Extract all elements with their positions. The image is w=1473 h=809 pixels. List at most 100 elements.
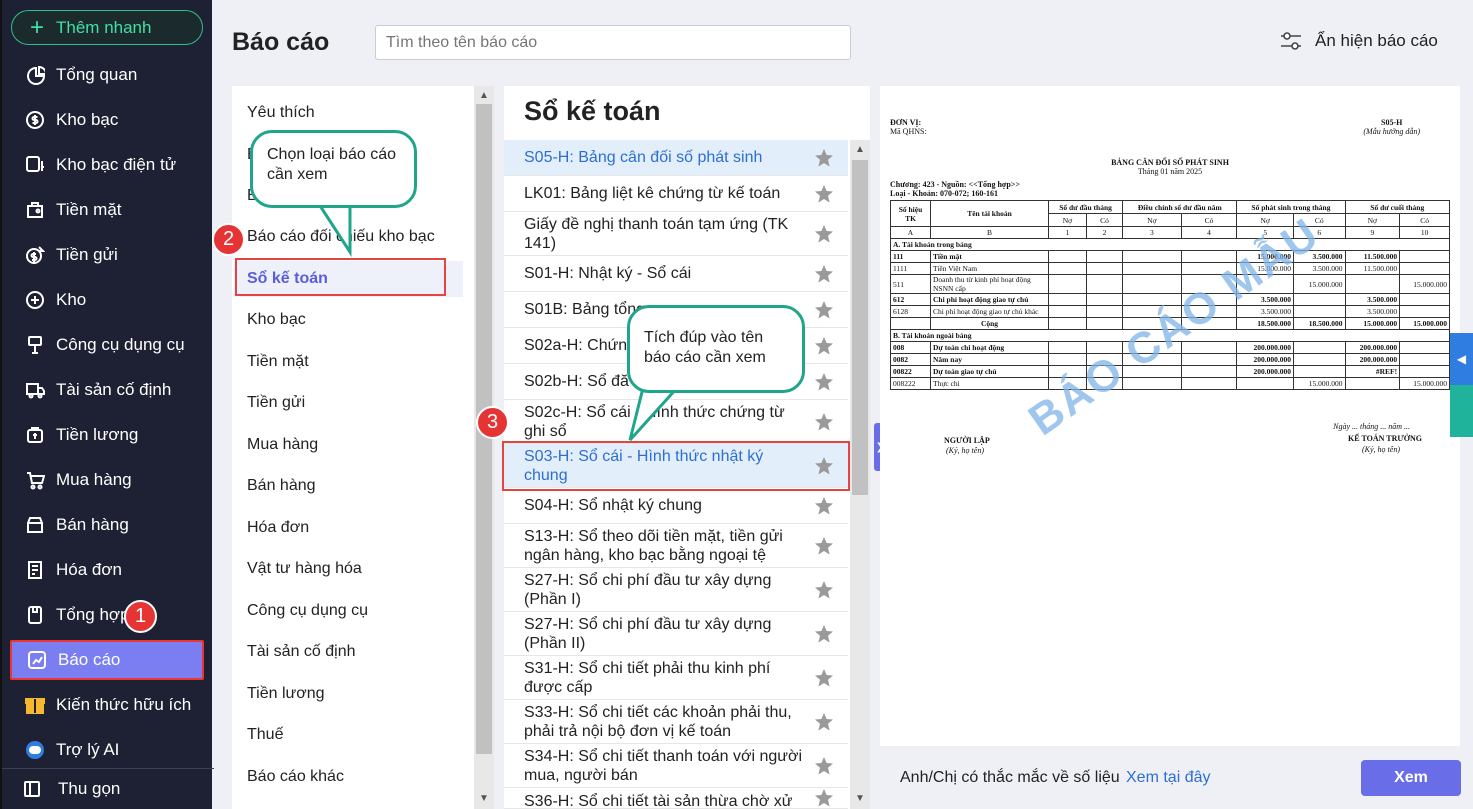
category-item-16[interactable]: Thuế (247, 726, 283, 744)
report-item-15[interactable]: S33-H: Sổ chi tiết các khoản phải thu, p… (504, 700, 848, 744)
cell-v9: 15.000.000 (1344, 317, 1401, 330)
favorite-star-icon[interactable] (814, 372, 834, 392)
favorite-star-icon[interactable] (814, 624, 834, 644)
signer-chief-accountant: KẾ TOÁN TRƯỞNG (1348, 434, 1422, 443)
favorite-star-icon[interactable] (814, 412, 834, 432)
favorite-star-icon[interactable] (814, 536, 834, 556)
table-row: 111 Tiền mặt 15.000.000 3.500.000 11.500.000 (890, 250, 1450, 263)
side-panel-toggle[interactable]: ◀ (1450, 333, 1473, 385)
side-panel-tab[interactable] (1450, 385, 1473, 437)
view-report-button[interactable]: Xem (1361, 760, 1461, 796)
cell-v6 (1292, 353, 1346, 366)
sidebar-item-label: Tiền lương (56, 425, 139, 444)
scroll-down-icon[interactable]: ▼ (475, 793, 493, 804)
favorite-star-icon[interactable] (814, 712, 834, 732)
scroll-up-icon[interactable]: ▲ (475, 90, 493, 101)
report-item-11[interactable]: S13-H: Sổ theo dõi tiền mặt, tiền gửi ng… (504, 524, 848, 568)
favorite-star-icon[interactable] (814, 788, 834, 808)
sidebar-item-12[interactable]: Hóa đơn (10, 550, 204, 590)
dollar-screen-icon (24, 154, 46, 176)
cell-v9: 11.500.000 (1344, 262, 1401, 275)
report-item-label: S34-H: Sổ chi tiết thanh toán với người … (524, 747, 803, 784)
data-question-text: Anh/Chị có thắc mắc về số liệu (900, 769, 1120, 786)
sidebar-item-label: Tổng hợp (56, 605, 130, 624)
sidebar-item-label: Hóa đơn (56, 560, 122, 579)
category-item-13[interactable]: Công cụ dụng cụ (247, 602, 368, 620)
category-item-12[interactable]: Vật tư hàng hóa (247, 560, 362, 578)
report-item-13[interactable]: S27-H: Sổ chi phí đầu tư xây dựng (Phần … (504, 612, 848, 656)
favorite-star-icon[interactable] (814, 756, 834, 776)
sidebar-item-11[interactable]: Bán hàng (10, 505, 204, 545)
page-title: Báo cáo (232, 28, 330, 56)
report-scroll-down-icon[interactable]: ▼ (851, 793, 869, 804)
sidebar-item-3[interactable]: Kho bạc điện tử (10, 145, 204, 185)
report-item-label: Giấy đề nghị thanh toán tạm ứng (TK 141) (524, 215, 789, 252)
report-item-17[interactable]: S36-H: Sổ chi tiết tài sản thừa chờ xử l… (504, 788, 848, 809)
favorite-star-icon[interactable] (814, 148, 834, 168)
report-search-input[interactable] (375, 25, 851, 60)
category-item-11[interactable]: Hóa đơn (247, 519, 309, 537)
sidebar-item-6[interactable]: Kho (10, 280, 204, 320)
cell-v6 (1292, 293, 1346, 306)
signer-preparer: NGƯỜI LẬP (944, 436, 990, 445)
category-item-7[interactable]: Tiền mặt (247, 353, 309, 371)
category-item-17[interactable]: Báo cáo khác (247, 768, 344, 786)
cell-v9: 3.500.000 (1344, 293, 1401, 306)
report-list-title: Sổ kế toán (524, 96, 661, 126)
collapse-sidebar-button[interactable]: Thu gọn (2, 768, 214, 809)
report-item-1[interactable]: S05-H: Bảng cân đối số phát sinh (504, 140, 848, 176)
favorite-star-icon[interactable] (814, 300, 834, 320)
sidebar-item-1[interactable]: Tổng quan (10, 55, 204, 95)
report-item-12[interactable]: S27-H: Sổ chi phí đầu tư xây dựng (Phần … (504, 568, 848, 612)
th-account-name: Tên tài khoản (930, 200, 1049, 227)
doc-chapter: Chương: 423 - Nguồn: <<Tổng hợp>> (890, 180, 1020, 189)
category-item-1[interactable]: Yêu thích (247, 104, 315, 122)
favorite-star-icon[interactable] (814, 184, 834, 204)
favorite-star-icon[interactable] (814, 668, 834, 688)
sidebar-item-4[interactable]: Tiền mặt (10, 190, 204, 230)
sidebar-item-9[interactable]: Tiền lương (10, 415, 204, 455)
category-item-6[interactable]: Kho bạc (247, 311, 306, 329)
report-item-10[interactable]: S04-H: Sổ nhật ký chung (504, 488, 848, 524)
cell-name: Cộng (930, 317, 1049, 330)
report-item-label: S04-H: Sổ nhật ký chung (524, 497, 702, 514)
collapse-icon (24, 781, 40, 797)
favorite-star-icon[interactable] (814, 264, 834, 284)
sidebar-item-5[interactable]: Tiền gửi (10, 235, 204, 275)
sidebar-item-14[interactable]: Báo cáo (10, 640, 204, 680)
quick-add-button[interactable]: + Thêm nhanh (11, 10, 203, 45)
favorite-star-icon[interactable] (814, 496, 834, 516)
sidebar-item-15[interactable]: Kiến thức hữu ích (10, 685, 204, 725)
doc-type-line: Loại - Khoản: 070-072; 160-161 (890, 189, 998, 198)
category-item-15[interactable]: Tiền lương (247, 685, 325, 703)
category-item-10[interactable]: Bán hàng (247, 477, 316, 495)
cell-v10 (1399, 341, 1450, 354)
report-chart-icon (26, 649, 48, 671)
sidebar-item-13[interactable]: Tổng hợp (10, 595, 204, 635)
favorite-star-icon[interactable] (814, 580, 834, 600)
step-badge-2: 2 (212, 223, 245, 256)
report-item-4[interactable]: S01-H: Nhật ký - Sổ cái (504, 256, 848, 292)
favorite-star-icon[interactable] (814, 336, 834, 356)
sidebar-item-16[interactable]: Trợ lý AI (10, 730, 204, 770)
category-item-8[interactable]: Tiền gửi (247, 394, 305, 412)
view-here-link[interactable]: Xem tại đây (1126, 769, 1210, 787)
sidebar-item-2[interactable]: Kho bạc (10, 100, 204, 140)
category-item-14[interactable]: Tài sản cố định (247, 643, 356, 661)
report-scroll-up-icon[interactable]: ▲ (851, 144, 869, 155)
th-closing: Số dư cuối tháng (1344, 200, 1450, 214)
report-item-16[interactable]: S34-H: Sổ chi tiết thanh toán với người … (504, 744, 848, 788)
report-item-14[interactable]: S31-H: Sổ chi tiết phải thu kinh phí đượ… (504, 656, 848, 700)
favorite-star-icon[interactable] (814, 224, 834, 244)
cell-name: Thực chi (930, 377, 1049, 390)
toggle-reports-button[interactable]: Ẩn hiện báo cáo (1279, 30, 1438, 52)
sidebar-item-7[interactable]: Công cụ dụng cụ (10, 325, 204, 365)
sidebar-item-10[interactable]: Mua hàng (10, 460, 204, 500)
report-item-3[interactable]: Giấy đề nghị thanh toán tạm ứng (TK 141) (504, 212, 848, 256)
sidebar-item-label: Tổng quan (56, 65, 138, 84)
report-item-2[interactable]: LK01: Bảng liệt kê chứng từ kế toán (504, 176, 848, 212)
cell-name: Dự toán giao tự chủ (930, 365, 1049, 378)
sidebar-item-8[interactable]: Tài sản cố định (10, 370, 204, 410)
report-scroll-thumb[interactable] (852, 160, 868, 495)
category-item-9[interactable]: Mua hàng (247, 436, 318, 454)
